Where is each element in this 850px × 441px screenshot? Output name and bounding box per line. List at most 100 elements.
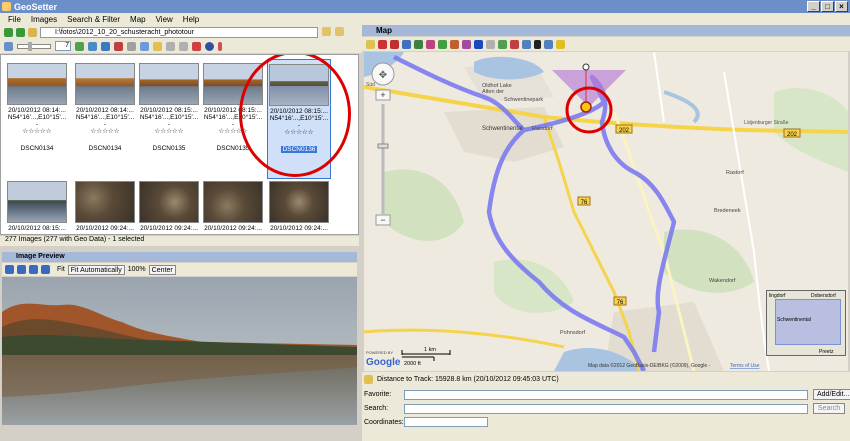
location-icon[interactable] — [450, 39, 459, 49]
area-icon[interactable] — [426, 39, 435, 49]
view-mode-icon[interactable] — [4, 41, 13, 51]
refresh-icon[interactable] — [75, 41, 84, 51]
edit-data-icon[interactable] — [153, 41, 162, 51]
scale-ft: 2000 ft — [404, 361, 421, 367]
menu-view[interactable]: View — [156, 15, 173, 24]
thumbnail-item[interactable]: 20/10/2012 09:24:... — [73, 177, 137, 233]
sync-icon[interactable] — [498, 39, 507, 49]
image-preview-toolbar: Fit Fit Automatically 100% Center — [2, 263, 357, 276]
center-button[interactable]: Center — [148, 264, 176, 275]
favorite-select[interactable] — [404, 389, 808, 400]
crosshair-icon[interactable] — [534, 39, 541, 49]
search-input[interactable] — [404, 403, 808, 414]
next-image-icon[interactable] — [29, 265, 38, 274]
tag-icon[interactable] — [438, 39, 447, 49]
copy-icon[interactable] — [140, 41, 149, 51]
maximize-button[interactable]: □ — [821, 1, 834, 12]
menu-search-filter[interactable]: Search & Filter — [67, 15, 120, 24]
redo-icon[interactable] — [179, 41, 188, 51]
thumbnail-dash: - — [35, 121, 39, 128]
thumbnail-image — [7, 181, 67, 223]
map-toolbar — [362, 37, 850, 51]
sort-icon[interactable] — [88, 41, 97, 51]
fit-dropdown[interactable]: Fit — [57, 266, 65, 273]
thumbnail-item[interactable]: 20/10/2012 09:24:... — [137, 177, 201, 233]
fit-automatically-button[interactable]: Fit Automatically — [67, 264, 125, 275]
comment-icon[interactable] — [522, 39, 531, 49]
menu-file[interactable]: File — [8, 15, 21, 24]
arrow-left-icon[interactable] — [474, 39, 483, 49]
direction-icon[interactable] — [462, 39, 471, 49]
select-all-icon[interactable] — [127, 41, 136, 51]
folder-up-icon[interactable] — [28, 27, 37, 37]
thumbnail-item[interactable]: 20/10/2012 08:15:... — [5, 177, 69, 233]
delete-icon[interactable] — [192, 41, 201, 51]
thumbnail-image — [7, 63, 67, 105]
svg-text:−: − — [380, 215, 385, 225]
map-label: Lütjenburger Straße — [744, 120, 789, 126]
forward-arrow-icon[interactable] — [16, 27, 25, 37]
open-folder-icon[interactable] — [322, 27, 331, 36]
map-view[interactable]: ✥ + − 202 202 76 76 Oldhof Lake Alten de… — [364, 52, 848, 371]
track-icon[interactable] — [414, 39, 423, 49]
first-image-icon[interactable] — [5, 265, 14, 274]
thumbnail-rating[interactable]: ☆☆☆☆☆ — [73, 128, 137, 135]
arrow-right-icon[interactable] — [486, 39, 495, 49]
mark-icon[interactable] — [114, 41, 123, 51]
last-image-icon[interactable] — [41, 265, 50, 274]
map-label: Schwentinepark — [504, 97, 543, 103]
folder-options-icon[interactable] — [335, 27, 344, 36]
map-options-icon[interactable] — [366, 39, 375, 49]
thumbnail-item[interactable]: 20/10/2012 08:15:... N54°16'...,E10°15'.… — [137, 59, 201, 179]
star-favorite-icon[interactable] — [556, 39, 565, 49]
thumbnail-item[interactable]: 20/10/2012 09:24:... — [201, 177, 265, 233]
menu-map[interactable]: Map — [130, 15, 146, 24]
map-pin-icon[interactable] — [378, 39, 387, 49]
zoom-stepper[interactable]: 7 — [55, 41, 71, 51]
lake-photo — [2, 277, 357, 425]
thumbnail-item[interactable]: 20/10/2012 08:14:... N54°16'...,E10°15'.… — [5, 59, 69, 179]
undo-icon[interactable] — [166, 41, 175, 51]
thumbnail-size-slider[interactable] — [17, 41, 51, 51]
map-nav-icon[interactable] — [402, 39, 411, 49]
minimize-button[interactable]: _ — [807, 1, 820, 12]
marker-icon[interactable] — [390, 39, 399, 49]
overview-map[interactable]: lingdorf Dobersdorf Schwentinental Preet… — [766, 290, 846, 356]
zoom-area-icon[interactable] — [544, 39, 553, 49]
zoom-slider-thumb[interactable] — [377, 143, 389, 149]
thumbnail-coords: N54°16'...,E10°15'... — [75, 114, 135, 121]
photo-location-marker[interactable] — [580, 101, 592, 113]
search-button[interactable]: Search — [813, 403, 845, 414]
inset-label: lingdorf — [769, 293, 786, 299]
thumbnail-rating[interactable]: ☆☆☆☆☆ — [137, 128, 201, 135]
thumbnail-item[interactable]: 20/10/2012 08:14:... N54°16'...,E10°15'.… — [73, 59, 137, 179]
prev-image-icon[interactable] — [17, 265, 26, 274]
menu-images[interactable]: Images — [31, 15, 57, 24]
close-button[interactable]: × — [835, 1, 848, 12]
google-logo: Google — [366, 357, 401, 368]
folder-path-input[interactable]: I:\fotos\2012_10_20_schusteracht_phototo… — [40, 27, 318, 38]
thumbnail-dash: - — [167, 121, 171, 128]
thumbnail-rating[interactable]: ☆☆☆☆☆ — [5, 128, 69, 135]
zoom-select[interactable]: 100% — [128, 266, 146, 273]
window-title: GeoSetter — [14, 1, 58, 12]
info-icon[interactable] — [218, 41, 222, 51]
coordinates-field[interactable] — [404, 417, 488, 427]
filter-icon[interactable] — [101, 41, 110, 51]
thumbnail-name: DSCN0135 — [152, 145, 186, 152]
terms-link[interactable]: Terms of Use — [730, 363, 760, 369]
add-edit-button[interactable]: Add/Edit... — [813, 389, 850, 400]
image-preview-header: Image Preview — [2, 252, 357, 262]
road-number: 202 — [787, 132, 798, 138]
track-settings-icon[interactable] — [364, 375, 373, 384]
thumbnail-item[interactable]: 20/10/2012 09:24:... — [267, 177, 331, 233]
remove-icon[interactable] — [510, 39, 519, 49]
globe-icon[interactable] — [205, 41, 214, 51]
back-arrow-icon[interactable] — [4, 27, 13, 37]
menu-help[interactable]: Help — [183, 15, 199, 24]
thumbnail-image — [139, 63, 199, 105]
thumbnail-coords: N54°16'...,E10°15'... — [7, 114, 67, 121]
thumbnail-pane[interactable]: 20/10/2012 08:14:... N54°16'...,E10°15'.… — [0, 54, 359, 235]
image-count-status: 277 Images (277 with Geo Data) - 1 selec… — [0, 236, 359, 246]
road-number: 76 — [617, 300, 624, 306]
